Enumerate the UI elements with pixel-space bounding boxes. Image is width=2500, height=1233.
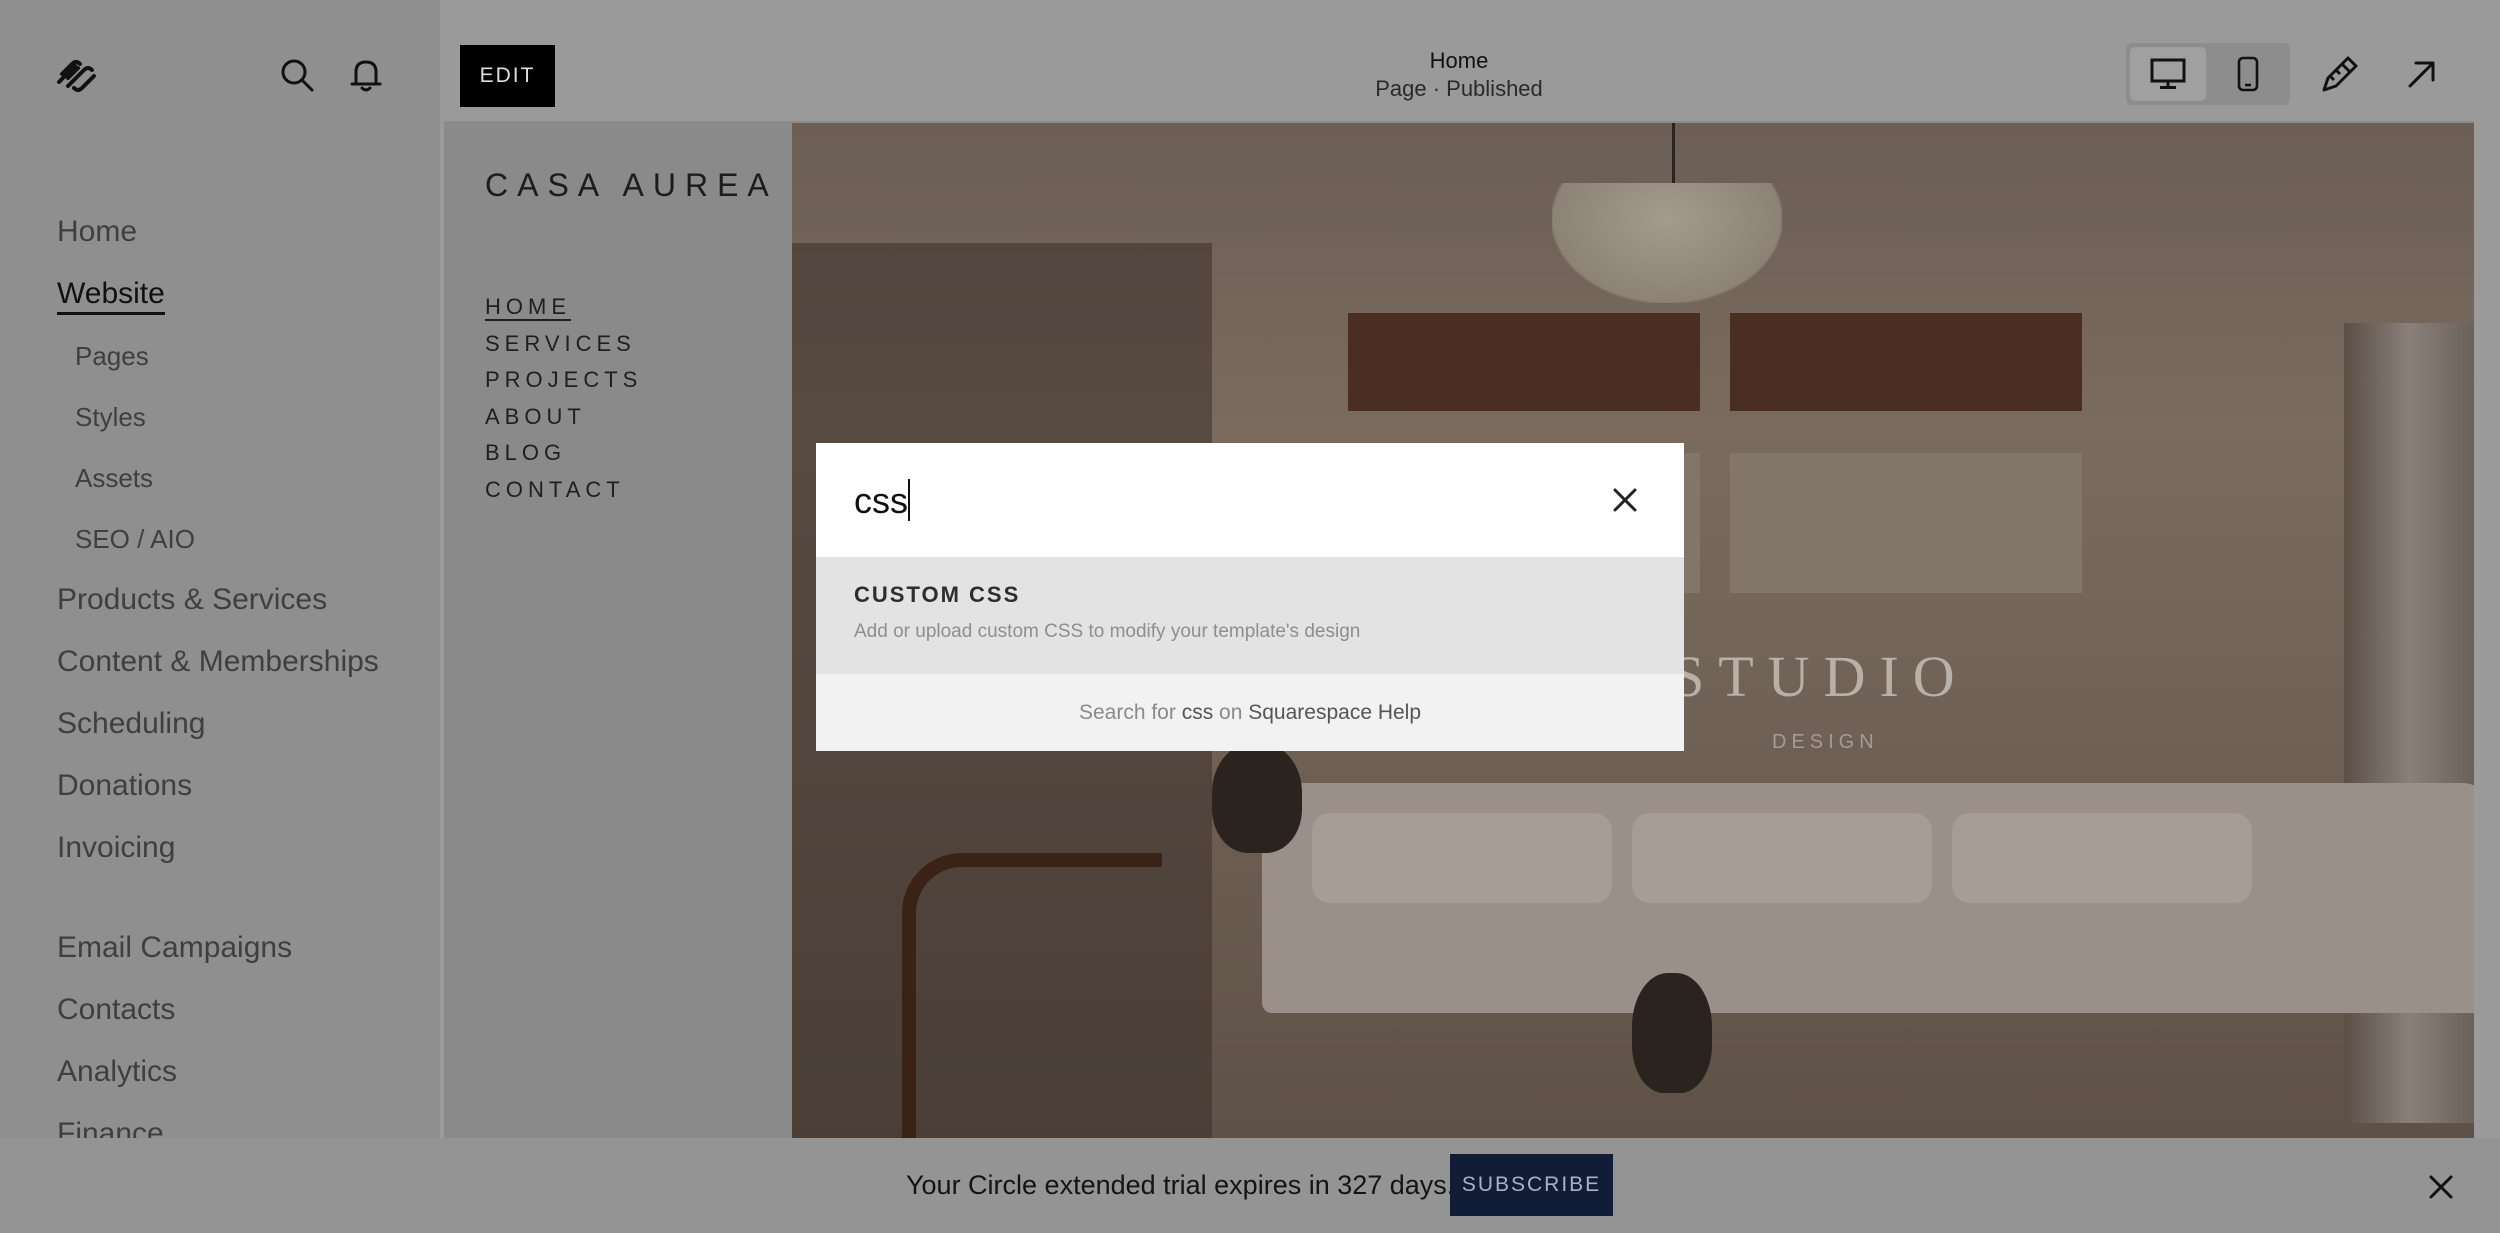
hero-wood-beam [1348, 313, 1700, 411]
hero-shelf [1730, 453, 2082, 593]
sidebar-item-website[interactable]: Website [57, 270, 379, 332]
editor-topbar: EDIT Home Page · Published [444, 26, 2474, 122]
hero-chair [902, 853, 1162, 1138]
sidebar-item-analytics[interactable]: Analytics [57, 1048, 379, 1110]
mobile-view-button[interactable] [2210, 47, 2286, 101]
sidebar-item-donations[interactable]: Donations [57, 762, 379, 824]
text-caret [908, 479, 910, 521]
sidebar-item-home[interactable]: Home [57, 208, 379, 270]
desktop-view-button[interactable] [2130, 47, 2206, 101]
design-brush-icon[interactable] [2320, 54, 2360, 94]
search-result-title: CUSTOM CSS [854, 582, 1021, 607]
sidebar: Home Website Pages Styles Assets SEO / A… [0, 0, 440, 1150]
trial-banner: Your Circle extended trial expires in 32… [0, 1138, 2500, 1233]
search-row [816, 443, 1684, 557]
sidebar-item-seo[interactable]: SEO / AIO [57, 515, 379, 576]
site-logo[interactable]: CASA AUREA [485, 167, 778, 204]
site-nav-blog[interactable]: BLOG [485, 437, 642, 474]
site-nav-projects[interactable]: PROJECTS [485, 364, 642, 401]
hero-wood-beam [1730, 313, 2082, 411]
sidebar-nav: Home Website Pages Styles Assets SEO / A… [57, 208, 379, 1172]
search-help-row[interactable]: Search for css on Squarespace Help [816, 674, 1684, 751]
hero-vase [1212, 743, 1302, 853]
nav-divider-gap [57, 886, 379, 924]
sidebar-item-pages[interactable]: Pages [57, 332, 379, 393]
help-mid: on [1219, 701, 1243, 724]
sidebar-item-scheduling[interactable]: Scheduling [57, 700, 379, 762]
hero-pendant-lamp [1552, 183, 1782, 303]
close-banner-icon[interactable] [2424, 1170, 2458, 1204]
search-icon[interactable] [278, 56, 316, 94]
desktop-icon [2150, 58, 2186, 89]
hero-subtitle: DESIGN [1772, 731, 1879, 753]
search-result-custom-css[interactable]: CUSTOM CSS Add or upload custom CSS to m… [816, 557, 1684, 674]
site-nav-services[interactable]: SERVICES [485, 328, 642, 365]
close-icon[interactable] [1608, 483, 1642, 517]
help-query: css [1181, 701, 1214, 724]
search-result-description: Add or upload custom CSS to modify your … [854, 621, 1361, 642]
bell-icon[interactable] [347, 56, 385, 94]
open-external-arrow-icon[interactable] [2402, 54, 2442, 94]
site-nav-about[interactable]: ABOUT [485, 401, 642, 438]
trial-message: Your Circle extended trial expires in 32… [906, 1170, 1455, 1200]
sidebar-item-content-memberships[interactable]: Content & Memberships [57, 638, 379, 700]
site-nav-home[interactable]: HOME [485, 291, 642, 328]
help-prefix: Search for [1078, 701, 1176, 724]
device-toggle [2126, 43, 2290, 105]
hero-vase [1632, 973, 1712, 1093]
squarespace-logo-icon[interactable] [56, 58, 98, 92]
site-nav: HOME SERVICES PROJECTS ABOUT BLOG CONTAC… [485, 291, 642, 510]
hero-sofa-cushion [1632, 813, 1932, 903]
mobile-icon [2237, 56, 2259, 92]
search-input[interactable] [854, 473, 1574, 529]
sidebar-item-styles[interactable]: Styles [57, 393, 379, 454]
sidebar-item-invoicing[interactable]: Invoicing [57, 824, 379, 886]
search-modal: CUSTOM CSS Add or upload custom CSS to m… [816, 443, 1684, 751]
hero-sofa-cushion [1952, 813, 2252, 903]
site-preview-sidebar: CASA AUREA HOME SERVICES PROJECTS ABOUT … [444, 123, 792, 1138]
site-nav-contact[interactable]: CONTACT [485, 474, 642, 511]
sidebar-item-products-services[interactable]: Products & Services [57, 576, 379, 638]
subscribe-button[interactable]: SUBSCRIBE [1450, 1154, 1613, 1216]
squarespace-help-link[interactable]: Squarespace Help [1248, 701, 1421, 724]
sidebar-item-assets[interactable]: Assets [57, 454, 379, 515]
sidebar-item-contacts[interactable]: Contacts [57, 986, 379, 1048]
hero-sofa-cushion [1312, 813, 1612, 903]
sidebar-item-email-campaigns[interactable]: Email Campaigns [57, 924, 379, 986]
hero-title: STUDIO [1672, 644, 1969, 709]
